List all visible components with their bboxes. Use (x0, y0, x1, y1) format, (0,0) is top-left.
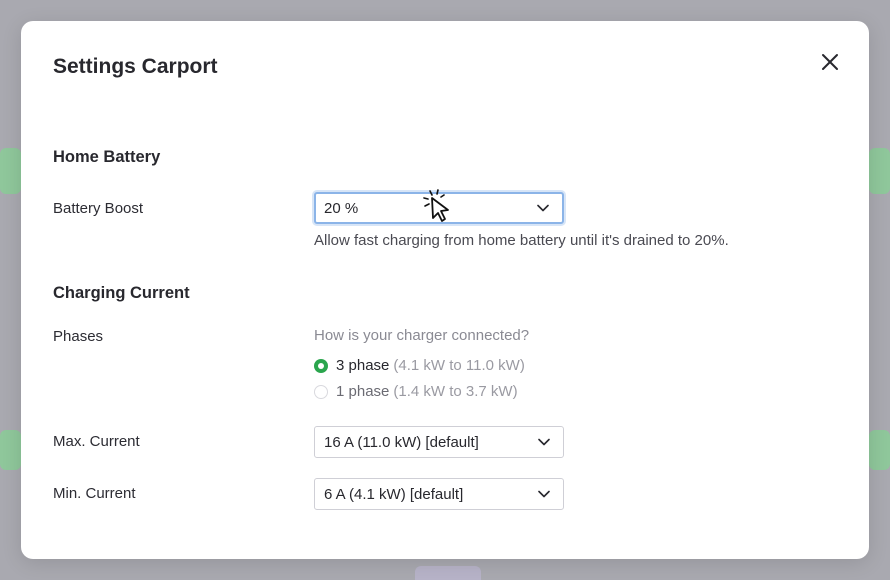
max-current-value: 16 A (11.0 kW) [default] (324, 433, 479, 451)
radio-1-phase-detail: (1.4 kW to 3.7 kW) (393, 383, 518, 400)
min-current-label: Min. Current (53, 485, 136, 502)
max-current-label: Max. Current (53, 433, 140, 450)
min-current-select[interactable]: 6 A (4.1 kW) [default] (314, 478, 564, 510)
battery-boost-label: Battery Boost (53, 200, 144, 217)
chevron-down-icon (537, 204, 549, 212)
radio-3-phase[interactable]: 3 phase (4.1 kW to 11.0 kW) (314, 357, 525, 374)
backdrop-panel-right-2 (869, 430, 890, 470)
backdrop-button (415, 566, 481, 580)
close-button[interactable] (818, 50, 842, 74)
mouse-pointer-icon (423, 189, 449, 222)
max-current-select[interactable]: 16 A (11.0 kW) [default] (314, 426, 564, 458)
battery-boost-value: 20 % (324, 199, 359, 217)
backdrop-panel-left (0, 148, 21, 194)
radio-1-phase[interactable]: 1 phase (1.4 kW to 3.7 kW) (314, 383, 518, 400)
section-title-home-battery: Home Battery (53, 148, 161, 166)
close-icon (822, 54, 838, 70)
settings-modal: Settings Carport Home Battery Battery Bo… (21, 21, 869, 559)
chevron-down-icon (538, 490, 550, 498)
min-current-value: 6 A (4.1 kW) [default] (324, 485, 464, 503)
section-title-charging-current: Charging Current (53, 284, 190, 302)
radio-1-phase-label: 1 phase (336, 383, 390, 400)
radio-3-phase-label: 3 phase (336, 357, 390, 374)
backdrop-panel-left-2 (0, 430, 21, 470)
phases-label: Phases (53, 328, 104, 345)
phases-question: How is your charger connected? (314, 327, 530, 344)
chevron-down-icon (538, 438, 550, 446)
radio-checked-icon (314, 358, 328, 373)
battery-boost-help-text: Allow fast charging from home battery un… (314, 232, 729, 249)
backdrop-panel-right (869, 148, 890, 194)
radio-unchecked-icon (314, 384, 328, 399)
modal-title: Settings Carport (53, 55, 218, 78)
radio-3-phase-detail: (4.1 kW to 11.0 kW) (393, 357, 525, 374)
